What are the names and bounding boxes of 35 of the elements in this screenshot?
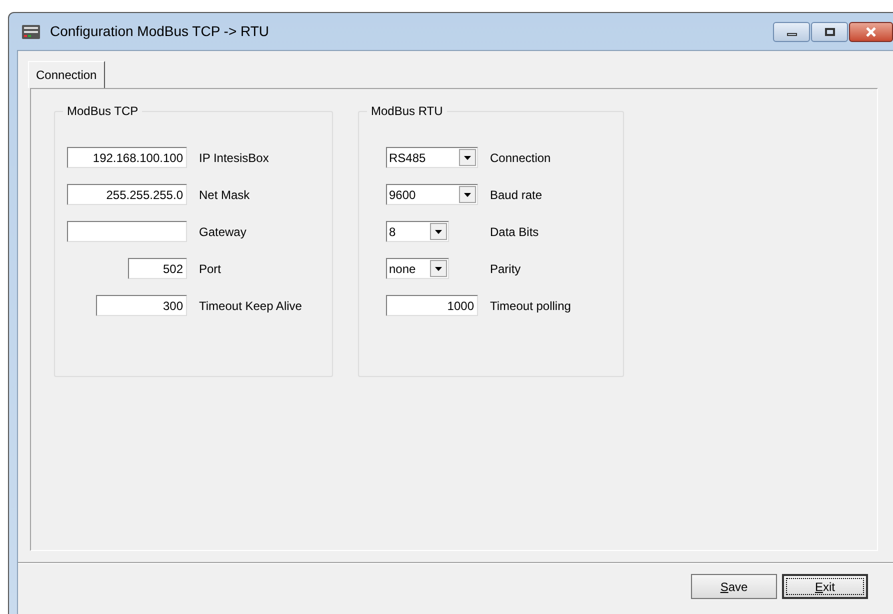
caret-icon: [430, 223, 447, 240]
field-label: Port: [199, 260, 222, 278]
input-field[interactable]: [67, 221, 187, 242]
field-label: Connection: [490, 150, 551, 166]
field-label: Timeout Keep Alive: [199, 298, 302, 314]
dialog-button[interactable]: Exit: [782, 574, 868, 599]
field-label: Baud rate: [490, 186, 542, 204]
minimize-button[interactable]: [773, 22, 810, 42]
maximize-button[interactable]: [811, 22, 848, 42]
close-icon: [865, 26, 877, 36]
field-label: Gateway: [199, 224, 246, 240]
input-field[interactable]: 1000: [386, 295, 478, 316]
dropdown[interactable]: 9600: [386, 184, 478, 205]
dropdown[interactable]: none: [386, 258, 449, 279]
caret-icon: [430, 260, 447, 277]
dropdown[interactable]: RS485: [386, 147, 478, 168]
tab[interactable]: Connection: [28, 61, 105, 88]
field-label: Data Bits: [490, 224, 539, 240]
close-button[interactable]: [849, 22, 893, 42]
dialog-button[interactable]: Save: [691, 574, 777, 599]
group-title: ModBus RTU: [367, 104, 447, 118]
input-field[interactable]: 192.168.100.100: [67, 147, 187, 168]
dropdown[interactable]: 8: [386, 221, 449, 242]
input-field[interactable]: 300: [96, 295, 187, 316]
group-title: ModBus TCP: [63, 104, 142, 118]
caret-icon: [459, 186, 476, 203]
field-label: Timeout polling: [490, 298, 571, 314]
app-icon: [21, 24, 41, 40]
field-label: Net Mask: [199, 186, 250, 204]
window-title: Configuration ModBus TCP -> RTU: [50, 22, 270, 41]
caret-icon: [459, 149, 476, 166]
input-field[interactable]: 255.255.255.0: [67, 184, 187, 205]
field-label: Parity: [490, 260, 521, 278]
input-field[interactable]: 502: [128, 258, 187, 279]
field-label: IP IntesisBox: [199, 150, 269, 166]
